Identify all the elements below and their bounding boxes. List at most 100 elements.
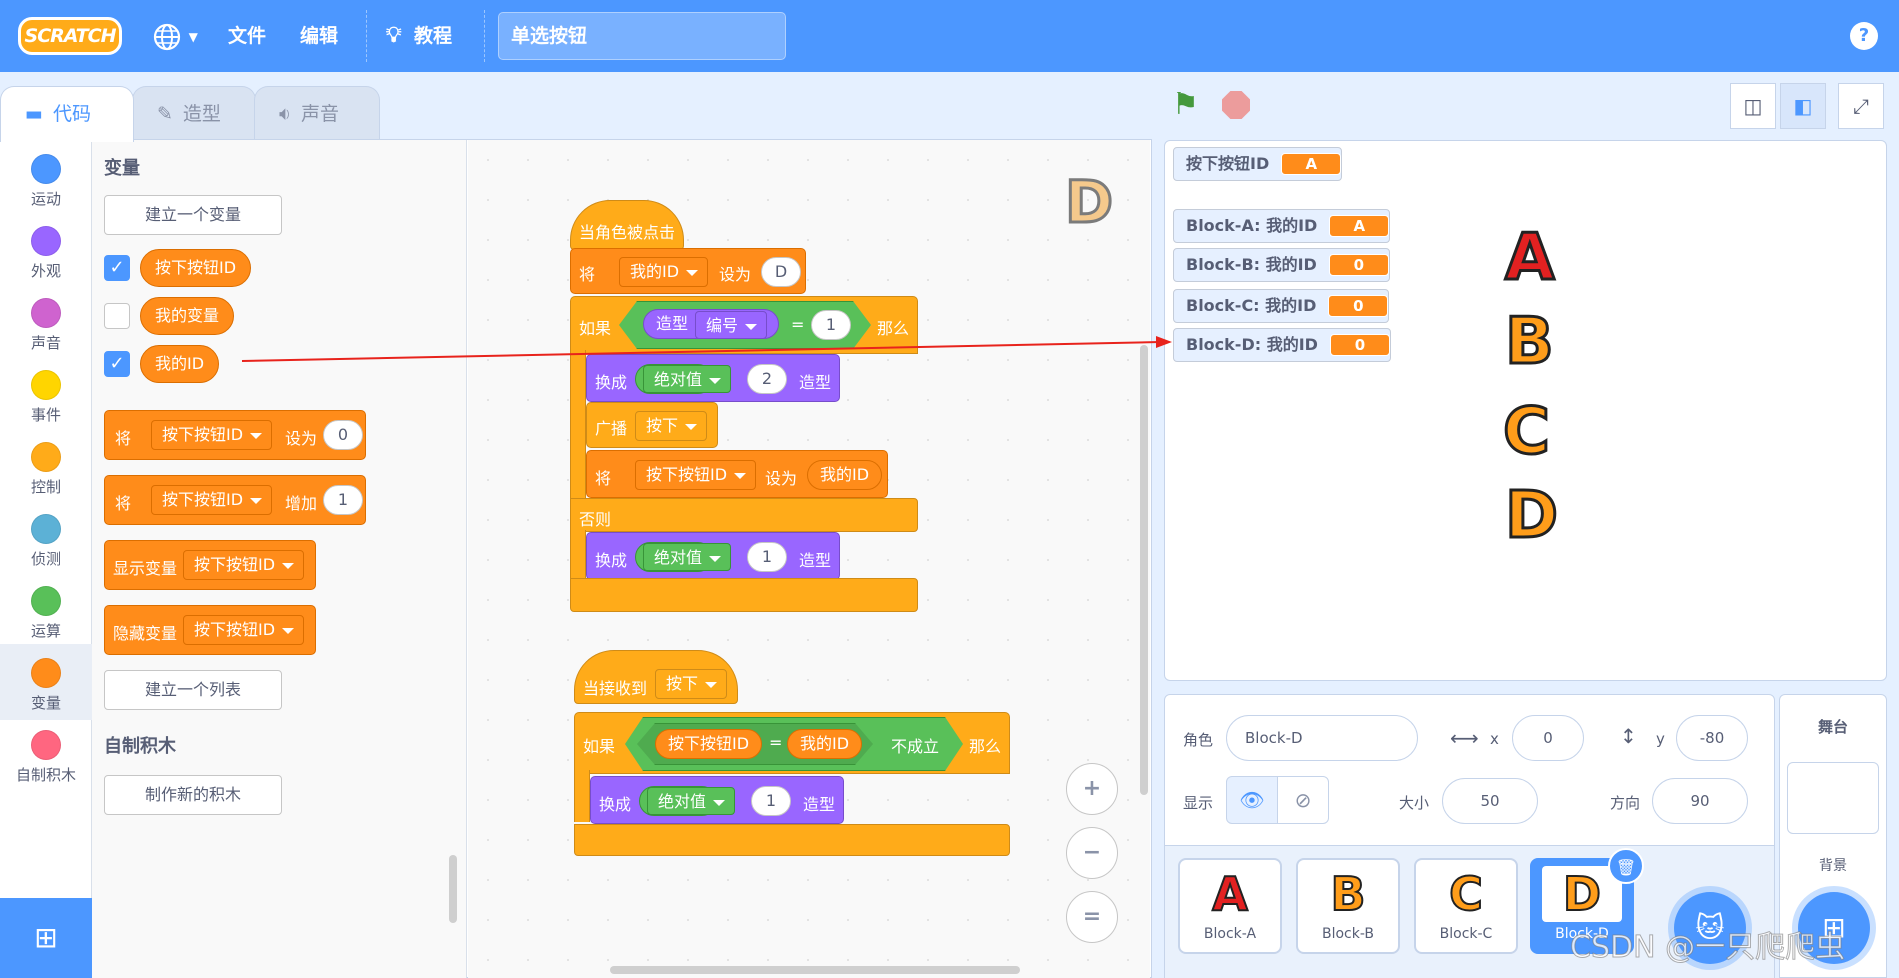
file-menu[interactable]: 文件 <box>228 22 266 50</box>
category-variables[interactable]: 变量 <box>0 644 92 720</box>
category-looks[interactable]: 外观 <box>0 218 92 290</box>
make-block-button[interactable]: 制作新的积木 <box>104 775 282 815</box>
category-events[interactable]: 事件 <box>0 362 92 434</box>
palette-scrollbar[interactable] <box>449 855 457 923</box>
delete-sprite-button[interactable]: 🗑︎ <box>1608 848 1644 884</box>
scratch-logo[interactable]: SCRATCH <box>18 17 122 55</box>
help-icon[interactable]: ? <box>1850 22 1878 50</box>
zoom-reset-button[interactable]: = <box>1066 891 1118 943</box>
reporter-pressed-id[interactable]: 按下按钮ID <box>140 249 252 287</box>
tab-sounds[interactable]: 🔉︎ 声音 <box>254 86 380 140</box>
checkbox-var-my-id[interactable]: ✓ <box>104 351 130 377</box>
value-input[interactable]: D <box>761 257 801 287</box>
stage-thumbnail[interactable] <box>1787 762 1879 834</box>
project-title-input[interactable]: 单选按钮 <box>498 12 786 60</box>
sprite-card-c[interactable]: C Block-C <box>1414 858 1518 954</box>
category-motion[interactable]: 运动 <box>0 146 92 218</box>
make-list-button[interactable]: 建立一个列表 <box>104 670 282 710</box>
hide-variable-block[interactable]: 隐藏变量 按下按钮ID <box>104 605 316 655</box>
zoom-out-button[interactable]: − <box>1066 827 1118 879</box>
hat-when-i-receive[interactable]: 当接收到 按下 <box>574 650 738 704</box>
message-dropdown[interactable]: 按下 <box>655 669 728 699</box>
category-sound[interactable]: 声音 <box>0 290 92 362</box>
stop-icon[interactable] <box>1222 91 1250 119</box>
workspace-horizontal-scrollbar[interactable] <box>610 966 1020 974</box>
costume-property-dropdown[interactable]: 编号 <box>695 311 768 339</box>
show-variable-block[interactable]: 显示变量 按下按钮ID <box>104 540 316 590</box>
category-my-blocks[interactable]: 自制积木 <box>0 722 92 794</box>
stage-sprite-b[interactable]: B <box>1504 304 1556 381</box>
eye-slash-icon: ⊘ <box>1294 788 1312 812</box>
make-variable-button[interactable]: 建立一个变量 <box>104 195 282 235</box>
monitor-block-b[interactable]: Block-B: 我的ID 0 <box>1173 248 1390 282</box>
variable-dropdown[interactable]: 按下按钮ID <box>151 485 273 515</box>
size-input[interactable]: 50 <box>1442 778 1538 824</box>
sprite-card-b[interactable]: B Block-B <box>1296 858 1400 954</box>
normal-stage-button[interactable]: ◧ <box>1780 83 1826 129</box>
switch-costume-block[interactable]: 换成 绝对值 1 造型 <box>590 776 844 824</box>
math-op-dropdown[interactable]: 绝对值 <box>647 787 736 815</box>
tab-costumes[interactable]: ✎ 造型 <box>132 86 256 140</box>
green-flag-icon[interactable]: ⚑ <box>1172 90 1202 120</box>
reporter-pressed-id[interactable]: 按下按钮ID <box>655 729 763 759</box>
value-input[interactable]: 1 <box>811 310 851 340</box>
change-variable-block[interactable]: 将 按下按钮ID 增加 1 <box>104 475 366 525</box>
small-stage-button[interactable]: ◫ <box>1730 83 1776 129</box>
show-sprite-toggle[interactable]: 👁︎ <box>1226 776 1278 824</box>
variable-dropdown[interactable]: 按下按钮ID <box>183 550 305 580</box>
y-input[interactable]: -80 <box>1676 715 1748 761</box>
checkbox-var-my-variable[interactable] <box>104 303 130 329</box>
add-extension-button[interactable]: ⊞ <box>0 898 92 978</box>
workspace-vertical-scrollbar[interactable] <box>1140 345 1148 795</box>
value-input[interactable]: 1 <box>751 786 791 816</box>
monitor-block-d[interactable]: Block-D: 我的ID 0 <box>1173 328 1391 362</box>
tutorials-menu[interactable]: 💡︎ 教程 <box>386 22 452 50</box>
hat-when-sprite-clicked[interactable]: 当角色被点击 <box>570 200 684 250</box>
direction-input[interactable]: 90 <box>1652 778 1748 824</box>
monitor-block-c[interactable]: Block-C: 我的ID 0 <box>1173 289 1390 323</box>
switch-costume-block[interactable]: 换成 绝对值 1 造型 <box>586 532 840 580</box>
variable-dropdown[interactable]: 按下按钮ID <box>183 615 305 645</box>
sprite-card-label: Block-B <box>1321 926 1375 942</box>
hide-sprite-toggle[interactable]: ⊘ <box>1277 776 1329 824</box>
zoom-in-button[interactable]: + <box>1066 763 1118 815</box>
stage-sprite-c[interactable]: C <box>1502 394 1552 471</box>
sprite-name-input[interactable]: Block-D <box>1226 715 1418 761</box>
value-input[interactable]: 1 <box>323 485 363 515</box>
sprite-card-a[interactable]: A Block-A <box>1178 858 1282 954</box>
value-input[interactable]: 2 <box>747 364 787 394</box>
set-pressed-id-block[interactable]: 将 按下按钮ID 设为 我的ID <box>586 450 888 498</box>
if-block[interactable]: 如果 按下按钮ID = 我的ID 不成立 那么 <box>574 712 1010 774</box>
category-control[interactable]: 控制 <box>0 434 92 506</box>
math-op-dropdown[interactable]: 绝对值 <box>643 365 732 393</box>
category-sensing[interactable]: 侦测 <box>0 506 92 578</box>
stage[interactable]: 按下按钮ID A Block-A: 我的ID A Block-B: 我的ID 0 Bl… <box>1164 140 1887 681</box>
set-variable-block[interactable]: 将 按下按钮ID 设为 0 <box>104 410 366 460</box>
reporter-my-variable[interactable]: 我的变量 <box>140 297 235 335</box>
set-my-id-block[interactable]: 将 我的ID 设为 D <box>570 248 806 294</box>
monitor-pressed-id[interactable]: 按下按钮ID A <box>1173 147 1343 181</box>
category-operators[interactable]: 运算 <box>0 578 92 650</box>
reporter-my-id[interactable]: 我的ID <box>140 345 220 383</box>
variable-dropdown[interactable]: 按下按钮ID <box>151 420 273 450</box>
x-input[interactable]: 0 <box>1512 715 1584 761</box>
stage-sprite-d[interactable]: D <box>1503 478 1559 555</box>
tab-code[interactable]: ▬ 代码 <box>0 86 134 142</box>
math-op-dropdown[interactable]: 绝对值 <box>643 543 732 571</box>
language-menu[interactable]: ▼ <box>152 22 198 51</box>
value-input[interactable]: 0 <box>323 420 363 450</box>
variable-dropdown[interactable]: 按下按钮ID <box>635 460 757 490</box>
reporter-my-id[interactable]: 我的ID <box>787 729 863 759</box>
value-input[interactable]: 1 <box>747 542 787 572</box>
broadcast-block[interactable]: 广播 按下 <box>586 402 718 448</box>
checkbox-var-pressed-id[interactable]: ✓ <box>104 255 130 281</box>
if-else-block[interactable]: 如果 造型 编号 = 1 那么 <box>570 296 918 354</box>
switch-costume-block[interactable]: 换成 绝对值 2 造型 <box>586 354 840 402</box>
edit-menu[interactable]: 编辑 <box>300 22 338 50</box>
message-dropdown[interactable]: 按下 <box>635 411 708 441</box>
reporter-my-id[interactable]: 我的ID <box>807 460 883 490</box>
stage-sprite-a[interactable]: A <box>1504 220 1557 297</box>
monitor-block-a[interactable]: Block-A: 我的ID A <box>1173 209 1391 243</box>
fullscreen-button[interactable]: ⤢ <box>1838 83 1884 129</box>
variable-dropdown[interactable]: 我的ID <box>619 257 709 287</box>
